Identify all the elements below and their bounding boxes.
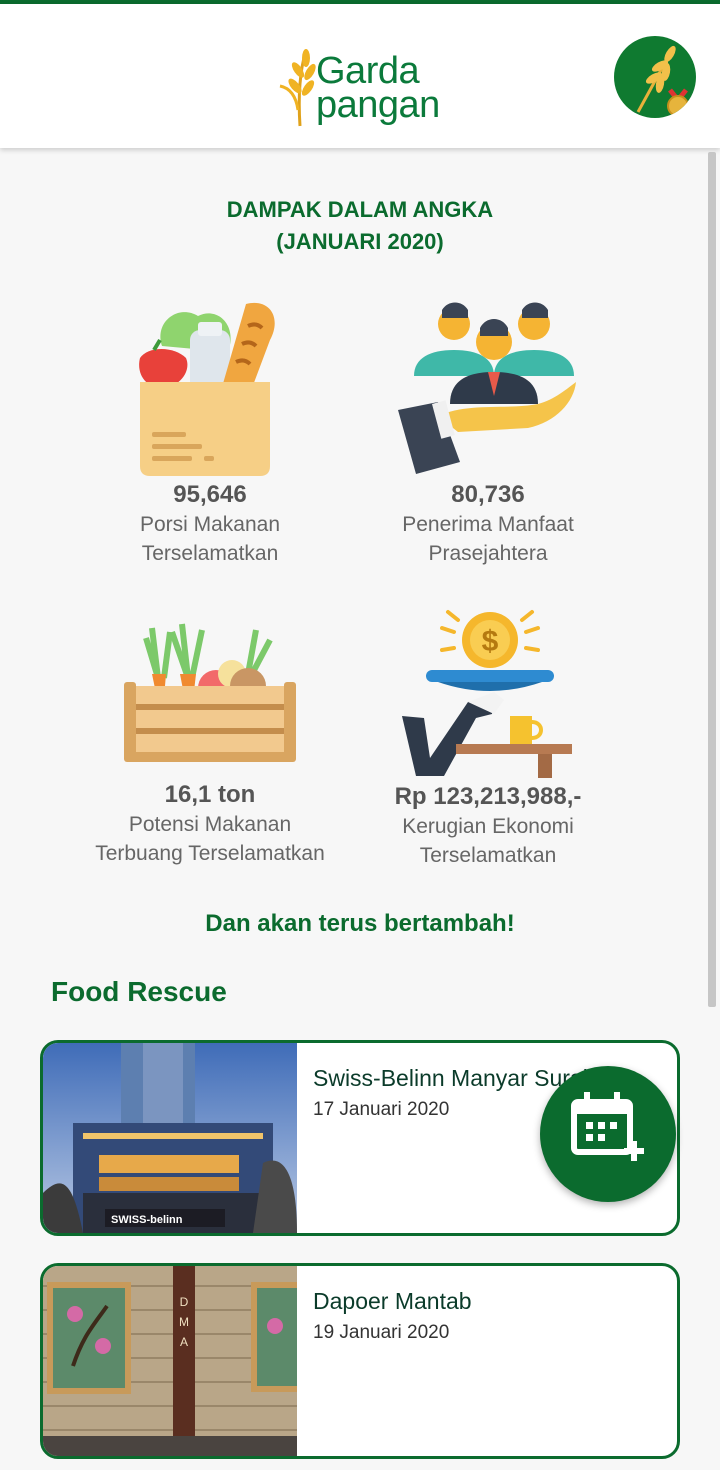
svg-text:A: A bbox=[180, 1335, 188, 1349]
stat-value: 16,1 ton bbox=[164, 781, 256, 808]
stat-value: 80,736 bbox=[451, 481, 525, 508]
svg-text:SWISS-belinn: SWISS-belinn bbox=[111, 1214, 183, 1226]
stat-value: Rp 123,213,988,- bbox=[394, 783, 582, 810]
wheat-medal-icon bbox=[636, 45, 689, 117]
svg-text:D: D bbox=[180, 1295, 189, 1309]
stat-food-waste: 16,1 ton Potensi Makanan Terbuang Tersel… bbox=[70, 780, 350, 868]
hotel-building-photo: SWISS-belinn bbox=[43, 1043, 297, 1233]
stat-economic-loss: Rp 123,213,988,- Kerugian Ekonomi Tersel… bbox=[358, 782, 618, 870]
food-rescue-title: Food Rescue bbox=[51, 976, 227, 1007]
profile-avatar[interactable] bbox=[614, 36, 696, 118]
stat-label-line2: Terbuang Terselamatkan bbox=[95, 842, 325, 865]
food-rescue-card[interactable]: D M A Dapoer Mantab 19 Januari 2020 bbox=[40, 1263, 680, 1459]
card-title: Dapoer Mantab bbox=[313, 1288, 472, 1314]
stat-label-line1: Kerugian Ekonomi bbox=[402, 815, 574, 838]
stat-food-portions: 95,646 Porsi Makanan Terselamatkan bbox=[80, 480, 340, 568]
add-schedule-button[interactable] bbox=[540, 1066, 676, 1202]
restaurant-entrance-photo: D M A bbox=[43, 1266, 297, 1456]
vegetable-crate-icon bbox=[124, 623, 296, 762]
stat-label-line1: Porsi Makanan bbox=[139, 513, 281, 536]
people-on-hand-icon bbox=[398, 302, 576, 474]
stat-value: 95,646 bbox=[173, 481, 247, 508]
coin-on-tray-icon: $ bbox=[402, 610, 572, 778]
scrollbar[interactable] bbox=[708, 152, 716, 1007]
stats-title-line1: DAMPAK DALAM ANGKA bbox=[226, 197, 494, 222]
impact-tagline: Dan akan terus bertambah! bbox=[205, 910, 515, 937]
svg-text:$: $ bbox=[482, 625, 499, 658]
stat-beneficiaries: 80,736 Penerima Manfaat Prasejahtera bbox=[358, 480, 618, 568]
stat-label-line2: Terselamatkan bbox=[419, 844, 557, 867]
svg-text:M: M bbox=[179, 1315, 189, 1329]
wheat-logo-icon bbox=[279, 49, 316, 127]
brand-name-line2: pangan bbox=[316, 84, 440, 126]
garda-pangan-logo[interactable]: Garda pangan bbox=[276, 46, 446, 128]
stat-label-line1: Penerima Manfaat bbox=[402, 513, 574, 536]
calendar-add-icon bbox=[571, 1092, 644, 1161]
grocery-bag-icon bbox=[139, 302, 275, 476]
app-header: Garda pangan bbox=[0, 4, 720, 148]
stats-title-line2: (JANUARI 2020) bbox=[276, 229, 444, 254]
stat-label-line1: Potensi Makanan bbox=[128, 813, 292, 836]
card-date: 19 Januari 2020 bbox=[313, 1322, 450, 1343]
card-date: 17 Januari 2020 bbox=[313, 1099, 450, 1120]
stat-label-line2: Prasejahtera bbox=[428, 542, 548, 565]
stat-label-line2: Terselamatkan bbox=[141, 542, 279, 565]
